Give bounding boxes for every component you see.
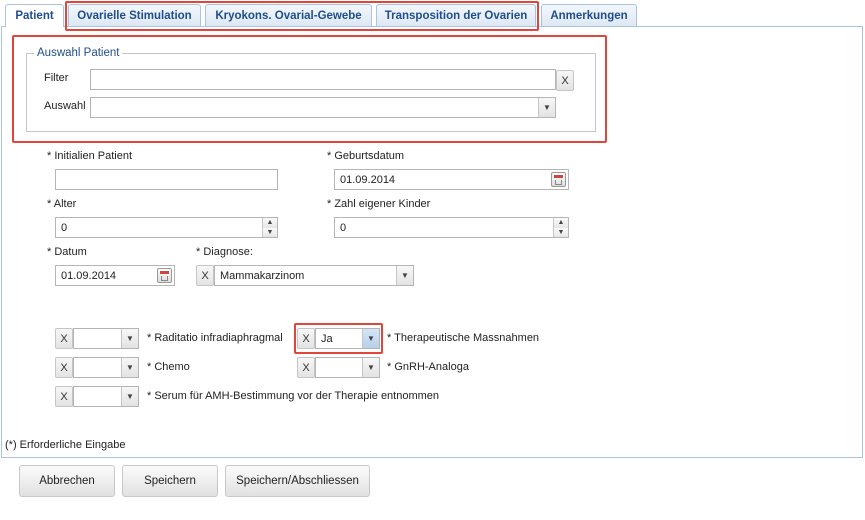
patient-selection-legend: Auswahl Patient — [37, 47, 120, 59]
chevron-down-icon[interactable]: ▼ — [121, 329, 138, 348]
spin-up-icon[interactable]: ▲ — [263, 218, 277, 228]
calendar-icon[interactable] — [157, 268, 172, 283]
kinder-value: 0 — [340, 222, 347, 234]
radiatio-label: * Raditatio infradiaphragmal — [147, 332, 283, 344]
save-button[interactable]: Speichern — [122, 465, 218, 497]
serum-label: * Serum für AMH-Bestimmung vor der Thera… — [147, 390, 440, 402]
chevron-down-icon[interactable]: ▼ — [396, 266, 413, 285]
tab-bar: Patient Ovarielle Stimulation Kryokons. … — [0, 0, 865, 27]
chevron-down-icon[interactable]: ▼ — [362, 329, 379, 348]
filter-clear-button[interactable]: X — [556, 70, 574, 91]
tab-anmerkungen[interactable]: Anmerkungen — [541, 4, 637, 26]
filter-label: Filter — [44, 72, 69, 84]
datum-input[interactable]: 01.09.2014 — [55, 265, 175, 286]
alter-input[interactable]: 0 ▲ ▼ — [55, 217, 278, 238]
spin-down-icon[interactable]: ▼ — [263, 227, 277, 237]
radiatio-clear-button[interactable]: X — [55, 328, 73, 349]
therapeutische-clear-button[interactable]: X — [297, 328, 315, 349]
spin-down-icon[interactable]: ▼ — [554, 227, 568, 237]
chevron-down-icon[interactable]: ▼ — [121, 358, 138, 377]
initialen-label: * Initialien Patient — [47, 150, 132, 162]
tab-kryokons-ovarial-gewebe[interactable]: Kryokons. Ovarial-Gewebe — [205, 4, 372, 26]
cancel-button[interactable]: Abbrechen — [19, 465, 115, 497]
gnrh-label: * GnRH-Analoga — [387, 361, 469, 373]
required-note: (*) Erforderliche Eingabe — [5, 439, 126, 451]
therapeutische-label: * Therapeutische Massnahmen — [387, 332, 540, 344]
tab-patient[interactable]: Patient — [5, 4, 64, 27]
chevron-down-icon[interactable]: ▼ — [362, 358, 379, 377]
chemo-clear-button[interactable]: X — [55, 357, 73, 378]
alter-value: 0 — [61, 222, 68, 234]
chevron-down-icon[interactable]: ▼ — [121, 387, 138, 406]
diagnose-value: Mammakarzinom — [220, 270, 305, 282]
datum-value: 01.09.2014 — [61, 270, 117, 282]
kinder-input[interactable]: 0 ▲ ▼ — [334, 217, 569, 238]
filter-input[interactable] — [90, 69, 556, 90]
therapeutische-select[interactable]: Ja ▼ — [315, 328, 380, 349]
geburtsdatum-value: 01.09.2014 — [340, 174, 396, 186]
calendar-icon[interactable] — [551, 172, 566, 187]
tab-transposition-der-ovarien[interactable]: Transposition der Ovarien — [376, 4, 536, 26]
initialen-input[interactable] — [55, 169, 278, 190]
diagnose-select[interactable]: Mammakarzinom ▼ — [214, 265, 414, 286]
radiatio-select[interactable]: ▼ — [73, 328, 139, 349]
datum-label: * Datum — [47, 246, 87, 258]
geburtsdatum-label: * Geburtsdatum — [327, 150, 405, 162]
alter-spinner[interactable]: ▲ ▼ — [262, 218, 277, 237]
gnrh-select[interactable]: ▼ — [315, 357, 380, 378]
alter-label: * Alter — [47, 198, 77, 210]
chevron-down-icon[interactable]: ▼ — [538, 98, 555, 117]
kinder-spinner[interactable]: ▲ ▼ — [553, 218, 568, 237]
diagnose-label: * Diagnose: — [196, 246, 253, 258]
serum-clear-button[interactable]: X — [55, 386, 73, 407]
chemo-label: * Chemo — [147, 361, 190, 373]
auswahl-label: Auswahl — [44, 100, 86, 112]
chemo-select[interactable]: ▼ — [73, 357, 139, 378]
kinder-label: * Zahl eigener Kinder — [327, 198, 431, 210]
save-and-close-button[interactable]: Speichern/Abschliessen — [225, 465, 370, 497]
auswahl-select[interactable]: ▼ — [90, 97, 556, 118]
serum-select[interactable]: ▼ — [73, 386, 139, 407]
diagnose-clear-button[interactable]: X — [196, 265, 214, 286]
geburtsdatum-input[interactable]: 01.09.2014 — [334, 169, 569, 190]
gnrh-clear-button[interactable]: X — [297, 357, 315, 378]
tab-ovarielle-stimulation[interactable]: Ovarielle Stimulation — [68, 4, 201, 26]
spin-up-icon[interactable]: ▲ — [554, 218, 568, 228]
therapeutische-value: Ja — [321, 333, 333, 345]
